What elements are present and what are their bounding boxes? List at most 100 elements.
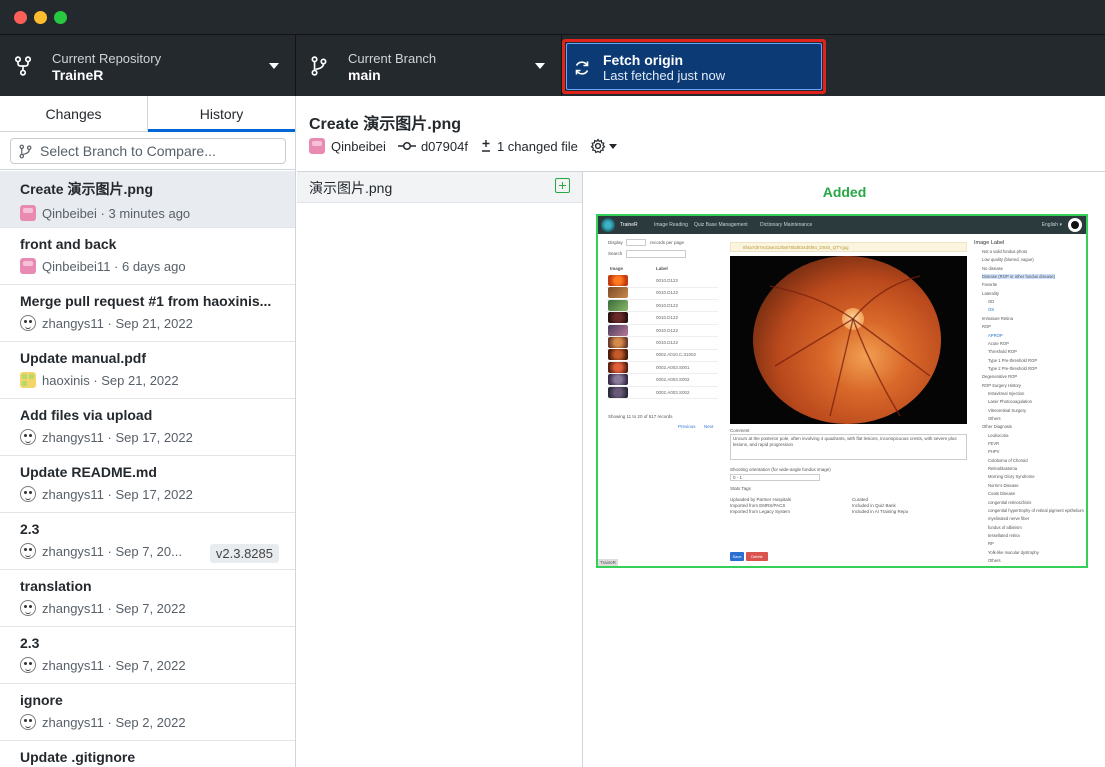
- commit-list-time: Sep 7, 2022: [115, 600, 186, 616]
- repo-icon: [14, 56, 32, 76]
- commit-list-author: zhangys11: [42, 486, 104, 502]
- commit-list-title: Create 演示图片.png: [20, 181, 154, 197]
- branch-name: main: [348, 67, 381, 83]
- commit-list-meta: haoxinis · Sep 21, 2022: [20, 372, 295, 388]
- commit-list-item[interactable]: Update .gitignore: [0, 741, 295, 767]
- fetch-label: Fetch origin: [603, 52, 684, 68]
- preview-tree-item: Intravitreal Injection: [988, 390, 1025, 396]
- branch-compare-input[interactable]: Select Branch to Compare...: [10, 138, 286, 164]
- meta-separator: ·: [103, 657, 116, 673]
- commit-list-meta: zhangys11 · Sep 7, 2022: [20, 657, 295, 673]
- zoom-window-button[interactable]: [54, 11, 67, 24]
- preview-tree-item: Others: [988, 557, 1001, 563]
- fetch-origin-button[interactable]: Fetch origin Last fetched just now: [562, 39, 826, 94]
- repo-name: TraineR: [52, 67, 104, 83]
- commit-list-title: translation: [20, 578, 92, 594]
- file-row[interactable]: 演示图片.png: [297, 172, 582, 203]
- preview-stats-tag: Uploaded by Partner Hospitals: [730, 497, 792, 502]
- current-repository-button[interactable]: Current Repository TraineR: [0, 35, 296, 96]
- commit-list-title: Merge pull request #1 from haoxinis...: [20, 293, 272, 309]
- branch-label: Current Branch: [348, 51, 437, 66]
- commit-sha[interactable]: d07904f: [421, 139, 468, 154]
- preview-thumbnail: [608, 312, 628, 324]
- preview-nav-item: Image Reading: [654, 222, 688, 228]
- commit-list-author: zhangys11: [42, 429, 104, 445]
- commit-list-meta: zhangys11 · Sep 7, 2022: [20, 600, 295, 616]
- commit-summary: Create 演示图片.png Qinbeibei d07904f 1 chan…: [297, 96, 1105, 172]
- preview-row-label: 0010.D122: [656, 327, 679, 333]
- preview-thumbnail: [608, 324, 628, 336]
- avatar: [20, 714, 36, 730]
- preview-thumbnail: [608, 374, 628, 386]
- preview-tree-item: Coloboma of Choroid: [988, 457, 1028, 463]
- commit-list: Create 演示图片.png Qinbeibei · 3 minutes ago…: [0, 171, 295, 767]
- commit-author: Qinbeibei: [331, 138, 386, 154]
- preview-tree-item: Other Diagnosis: [982, 424, 1013, 430]
- tab-changes[interactable]: Changes: [0, 96, 147, 131]
- commit-list-item[interactable]: Update README.md zhangys11 · Sep 17, 2022: [0, 456, 295, 513]
- preview-row-label: 0002.A003.S001: [656, 364, 690, 370]
- preview-row-label: 0010.D122: [656, 302, 679, 308]
- chevron-down-icon: [535, 63, 545, 69]
- commit-list-item[interactable]: Update manual.pdf haoxinis · Sep 21, 2022: [0, 342, 295, 399]
- avatar: [309, 138, 325, 154]
- commit-list-title: ignore: [20, 692, 63, 708]
- close-window-button[interactable]: [14, 11, 27, 24]
- preview-footer-tag: TraineR: [598, 559, 618, 566]
- avatar: [20, 486, 36, 502]
- commit-list-title: Update manual.pdf: [20, 350, 147, 366]
- preview-search-input: [626, 250, 686, 258]
- commit-list-author: zhangys11: [42, 543, 104, 559]
- commit-list-time: Sep 17, 2022: [115, 429, 193, 445]
- preview-next-button: Next: [704, 424, 714, 429]
- commit-list-title: Update .gitignore: [20, 749, 136, 765]
- changed-files-count: 1 changed file: [496, 138, 578, 154]
- meta-separator: ·: [103, 600, 116, 616]
- toolbar: Current Repository TraineR Current Branc…: [0, 34, 1105, 96]
- preview-orientation-value: 0 - 1: [733, 475, 743, 480]
- preview-tree-item: OD: [988, 299, 995, 305]
- meta-separator: ·: [110, 258, 122, 274]
- preview-tree-item: Retinoblastoma: [988, 466, 1018, 472]
- preview-stats-tag: Curated: [852, 497, 869, 502]
- tab-history[interactable]: History: [147, 96, 295, 132]
- meta-separator: ·: [103, 714, 116, 730]
- preview-row-label: 0002.A003.S002: [656, 389, 690, 395]
- current-branch-button[interactable]: Current Branch main: [296, 35, 562, 96]
- commit-list-time: Sep 2, 2022: [115, 714, 186, 730]
- preview-tree-item: Leukocoria: [988, 432, 1009, 438]
- gear-icon[interactable]: [590, 138, 606, 154]
- preview-thumbnail: [608, 299, 628, 311]
- preview-row-label: 0010.D122: [656, 278, 679, 283]
- commit-list-time: Sep 17, 2022: [115, 486, 193, 502]
- commit-meta: Qinbeibei d07904f 1 changed file: [309, 138, 617, 154]
- preview-tree-item: congenital hypertrophy of retinal pigmen…: [988, 507, 1084, 513]
- commit-list-item[interactable]: Add files via upload zhangys11 · Sep 17, …: [0, 399, 295, 456]
- preview-prev-button: Previous: [678, 424, 696, 429]
- commit-list-item[interactable]: Create 演示图片.png Qinbeibei · 3 minutes ago: [0, 171, 295, 228]
- commit-title: Create 演示图片.png: [309, 116, 462, 133]
- commit-list-item[interactable]: 2.3 zhangys11 · Sep 7, 20... v2.3.8285: [0, 513, 295, 570]
- meta-separator: ·: [103, 429, 116, 445]
- chevron-down-icon[interactable]: [608, 143, 617, 149]
- preview-tree-title: Image Label: [974, 240, 1005, 246]
- commit-list-item[interactable]: 2.3 zhangys11 · Sep 7, 2022: [0, 627, 295, 684]
- commit-list-title: Add files via upload: [20, 407, 153, 423]
- preview-tree-item: Threshold ROP: [988, 349, 1017, 355]
- commit-list-item[interactable]: ignore zhangys11 · Sep 2, 2022: [0, 684, 295, 741]
- preview-thumbnail: [608, 337, 628, 348]
- preview-nav-item: Quiz Base Management: [694, 222, 748, 228]
- preview-stats-label: Stats Tags: [730, 486, 751, 491]
- preview-tree-item: PHPV: [988, 449, 1000, 455]
- preview-row-label: 0002.A003.S002: [656, 377, 690, 383]
- preview-tree-item: Vitreoretinal Surgery: [988, 407, 1027, 413]
- changed-files-list: 演示图片.png: [297, 172, 583, 767]
- window-titlebar: [0, 0, 1105, 34]
- preview-thumbnail: [608, 287, 628, 299]
- commit-list-item[interactable]: front and back Qinbeibei11 · 6 days ago: [0, 228, 295, 285]
- minimize-window-button[interactable]: [34, 11, 47, 24]
- preview-tree-item: Type 2 Pre-threshold ROP: [988, 365, 1038, 371]
- commit-list-item[interactable]: translation zhangys11 · Sep 7, 2022: [0, 570, 295, 627]
- diff-view: Added TraineR Image Reading Quiz Base Ma…: [584, 172, 1105, 767]
- commit-list-item[interactable]: Merge pull request #1 from haoxinis... zh…: [0, 285, 295, 342]
